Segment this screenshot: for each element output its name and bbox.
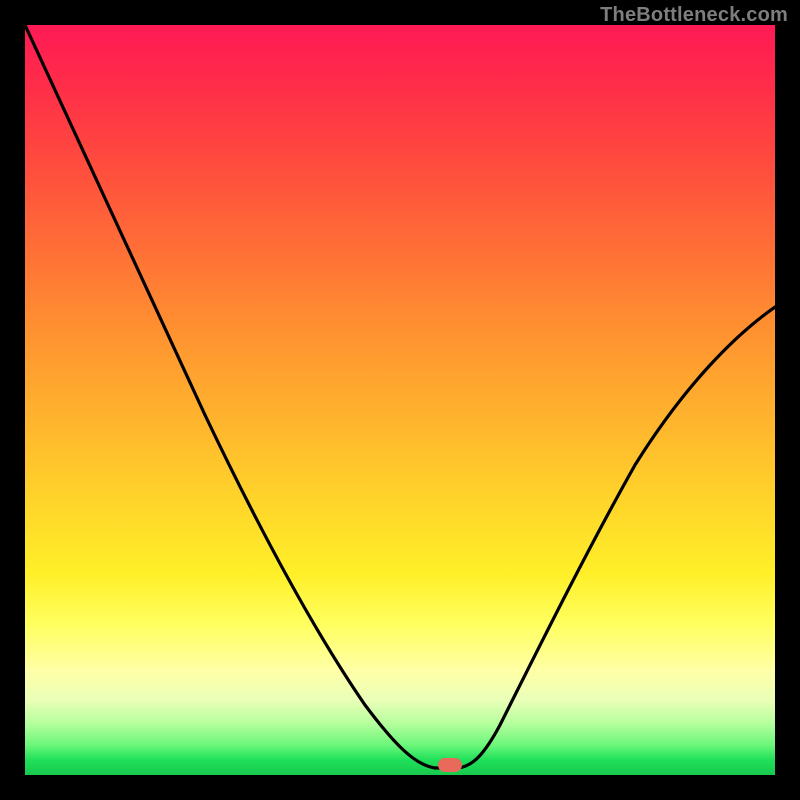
watermark-text: TheBottleneck.com [600, 4, 788, 27]
plot-area [25, 25, 775, 775]
optimal-marker [438, 758, 462, 772]
curve-right-branch [457, 307, 775, 768]
curve-left-branch [25, 25, 457, 768]
chart-stage: TheBottleneck.com [0, 0, 800, 800]
bottleneck-curve [25, 25, 775, 775]
